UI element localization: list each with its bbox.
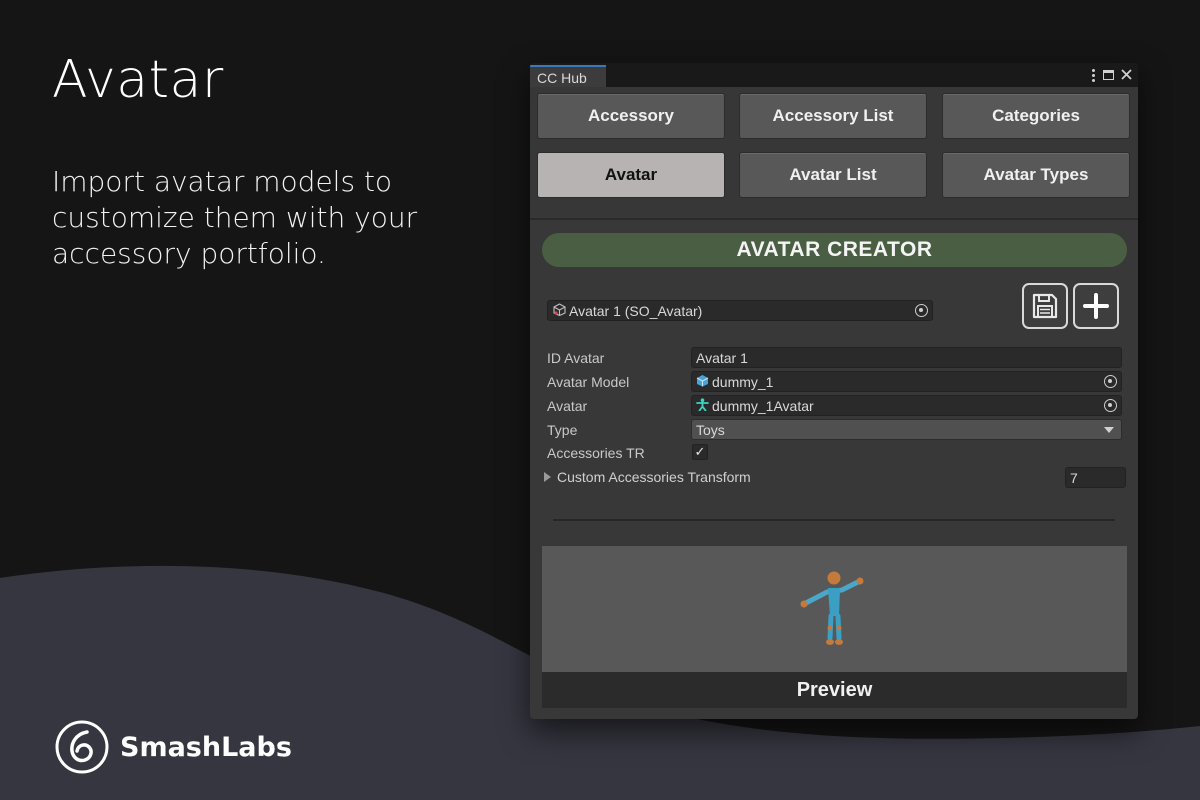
window-tab[interactable]: CC Hub bbox=[530, 65, 606, 87]
avatar-object-field[interactable]: Avatar 1 (SO_Avatar) bbox=[547, 300, 933, 321]
type-dropdown[interactable]: Toys bbox=[691, 419, 1122, 440]
custom-accessories-foldout[interactable]: Custom Accessories Transform bbox=[544, 469, 751, 485]
section-divider bbox=[553, 519, 1115, 521]
save-button[interactable] bbox=[1022, 283, 1068, 329]
avatar-model-field[interactable]: dummy_1 bbox=[691, 371, 1122, 392]
avatar-model-value: dummy_1 bbox=[712, 373, 774, 390]
accessories-tr-label: Accessories TR bbox=[547, 445, 645, 461]
avatar-model-label: Avatar Model bbox=[547, 374, 630, 390]
custom-accessories-label: Custom Accessories Transform bbox=[557, 469, 751, 485]
id-avatar-field[interactable]: Avatar 1 bbox=[691, 347, 1122, 368]
avatar-creator-header: AVATAR CREATOR bbox=[542, 233, 1127, 267]
dummy-avatar-figure bbox=[800, 571, 864, 645]
avatar-object-value: Avatar 1 (SO_Avatar) bbox=[569, 302, 703, 319]
floppy-disk-icon bbox=[1032, 293, 1058, 319]
id-avatar-value: Avatar 1 bbox=[696, 349, 748, 366]
avatar-field[interactable]: dummy_1Avatar bbox=[691, 395, 1122, 416]
object-picker-icon[interactable] bbox=[915, 304, 928, 317]
nav-avatar-button[interactable]: Avatar bbox=[537, 152, 725, 198]
object-picker-icon[interactable] bbox=[1104, 399, 1117, 412]
dropdown-arrow-icon bbox=[1104, 427, 1114, 433]
nav-avatar-types-button[interactable]: Avatar Types bbox=[942, 152, 1130, 198]
kebab-menu-icon[interactable] bbox=[1092, 68, 1096, 82]
cc-hub-window: CC Hub Accessory Accessory List Categori… bbox=[530, 63, 1138, 719]
hero-title: Avatar bbox=[52, 50, 224, 110]
close-icon[interactable] bbox=[1121, 66, 1132, 84]
id-avatar-label: ID Avatar bbox=[547, 350, 605, 366]
maximize-icon[interactable] bbox=[1103, 70, 1114, 80]
humanoid-avatar-icon bbox=[696, 397, 709, 414]
nav-area: Accessory Accessory List Categories Avat… bbox=[530, 87, 1138, 220]
hero-description: Import avatar models to customize them w… bbox=[52, 165, 418, 270]
window-controls bbox=[1092, 65, 1132, 85]
mesh-cube-icon bbox=[696, 374, 709, 390]
nav-accessory-button[interactable]: Accessory bbox=[537, 93, 725, 139]
nav-accessory-list-button[interactable]: Accessory List bbox=[739, 93, 927, 139]
smashlabs-logo-icon bbox=[55, 720, 109, 774]
type-value: Toys bbox=[696, 421, 725, 438]
plus-icon bbox=[1083, 293, 1109, 319]
foldout-arrow-icon bbox=[544, 472, 551, 482]
custom-accessories-count-field[interactable]: 7 bbox=[1065, 467, 1126, 488]
object-picker-icon[interactable] bbox=[1104, 375, 1117, 388]
avatar-value: dummy_1Avatar bbox=[712, 397, 814, 414]
preview-label: Preview bbox=[542, 672, 1127, 708]
scriptable-object-icon bbox=[553, 302, 566, 319]
nav-avatar-list-button[interactable]: Avatar List bbox=[739, 152, 927, 198]
type-label: Type bbox=[547, 422, 578, 438]
brand-name: SmashLabs bbox=[120, 731, 292, 763]
add-avatar-button[interactable] bbox=[1073, 283, 1119, 329]
avatar-label: Avatar bbox=[547, 398, 588, 414]
accessories-tr-checkbox[interactable]: ✓ bbox=[692, 444, 708, 460]
avatar-preview-viewport[interactable] bbox=[542, 546, 1127, 672]
brand-logo: SmashLabs bbox=[54, 718, 292, 776]
nav-categories-button[interactable]: Categories bbox=[942, 93, 1130, 139]
window-titlebar: CC Hub bbox=[530, 63, 1138, 87]
